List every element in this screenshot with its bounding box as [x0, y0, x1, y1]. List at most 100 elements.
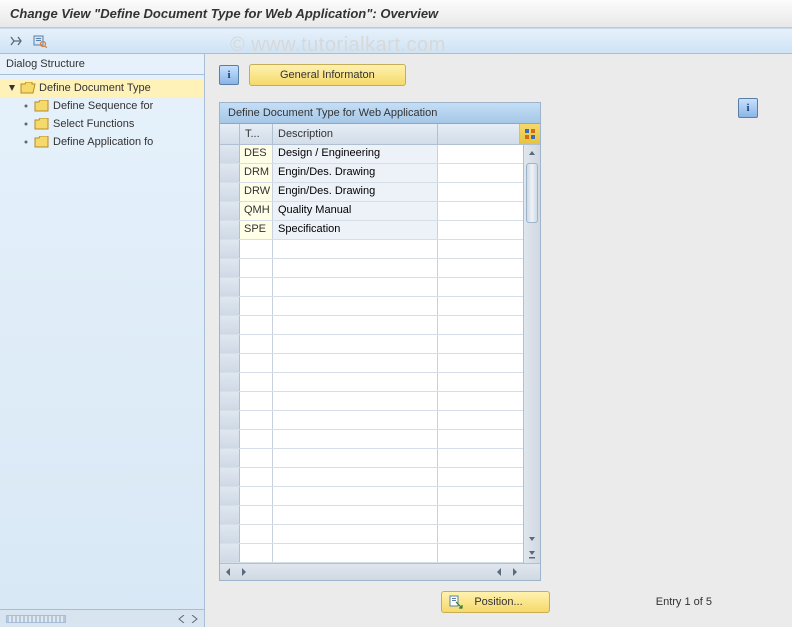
scroll-right-icon[interactable] [190, 615, 198, 623]
table-row[interactable] [220, 335, 523, 354]
scroll-left-icon[interactable] [220, 564, 236, 580]
cell-type[interactable] [240, 297, 273, 315]
table-row[interactable] [220, 373, 523, 392]
cell-type[interactable]: DES [240, 145, 273, 163]
table-row[interactable] [220, 259, 523, 278]
sidebar-resize-handle[interactable] [6, 615, 66, 623]
cell-type[interactable] [240, 373, 273, 391]
cell-type[interactable] [240, 487, 273, 505]
row-selector[interactable] [220, 392, 240, 410]
table-row[interactable] [220, 525, 523, 544]
cell-description[interactable]: Design / Engineering [273, 145, 438, 163]
row-selector[interactable] [220, 335, 240, 353]
cell-description[interactable]: Specification [273, 221, 438, 239]
table-row[interactable] [220, 297, 523, 316]
row-selector[interactable] [220, 449, 240, 467]
row-selector[interactable] [220, 259, 240, 277]
scroll-up-icon[interactable] [524, 145, 540, 161]
table-row[interactable]: SPESpecification [220, 221, 523, 240]
row-selector[interactable] [220, 487, 240, 505]
table-row[interactable]: QMHQuality Manual [220, 202, 523, 221]
cell-description[interactable] [273, 259, 438, 277]
cell-type[interactable] [240, 278, 273, 296]
cell-description[interactable] [273, 411, 438, 429]
cell-type[interactable] [240, 506, 273, 524]
cell-description[interactable]: Quality Manual [273, 202, 438, 220]
table-row[interactable] [220, 430, 523, 449]
table-row[interactable] [220, 468, 523, 487]
table-row[interactable] [220, 411, 523, 430]
scrollbar-thumb[interactable] [526, 163, 538, 223]
tree-item[interactable]: Define Document Type [0, 79, 204, 97]
cell-description[interactable] [273, 506, 438, 524]
table-row[interactable] [220, 316, 523, 335]
table-row[interactable] [220, 487, 523, 506]
row-selector[interactable] [220, 544, 240, 562]
row-selector[interactable] [220, 240, 240, 258]
cell-description[interactable] [273, 544, 438, 562]
table-row[interactable] [220, 392, 523, 411]
table-row[interactable] [220, 506, 523, 525]
position-button[interactable]: Position... [441, 591, 549, 613]
row-selector[interactable] [220, 202, 240, 220]
cell-type[interactable]: QMH [240, 202, 273, 220]
cell-type[interactable]: DRW [240, 183, 273, 201]
cell-type[interactable]: DRM [240, 164, 273, 182]
cell-type[interactable] [240, 316, 273, 334]
column-header-type[interactable]: T... [240, 124, 273, 144]
cell-description[interactable] [273, 278, 438, 296]
row-selector[interactable] [220, 468, 240, 486]
row-selector[interactable] [220, 278, 240, 296]
cell-description[interactable] [273, 373, 438, 391]
scroll-down-end-icon[interactable] [524, 547, 540, 563]
cell-type[interactable] [240, 544, 273, 562]
row-selector[interactable] [220, 506, 240, 524]
table-row[interactable]: DRMEngin/Des. Drawing [220, 164, 523, 183]
row-selector[interactable] [220, 183, 240, 201]
cell-description[interactable] [273, 430, 438, 448]
cell-description[interactable] [273, 297, 438, 315]
cell-type[interactable] [240, 240, 273, 258]
cell-type[interactable] [240, 525, 273, 543]
cell-description[interactable] [273, 240, 438, 258]
general-information-button[interactable]: General Informaton [249, 64, 406, 86]
info-icon[interactable]: i [738, 98, 758, 118]
cell-description[interactable] [273, 392, 438, 410]
cell-description[interactable] [273, 335, 438, 353]
table-config-button[interactable] [520, 124, 540, 144]
scroll-right-icon[interactable] [236, 564, 252, 580]
tree-expand-icon[interactable] [6, 82, 18, 94]
cell-type[interactable] [240, 411, 273, 429]
search-entries-icon[interactable] [30, 32, 50, 50]
row-selector[interactable] [220, 297, 240, 315]
scroll-right-icon[interactable] [507, 564, 523, 580]
tree-item[interactable]: Define Sequence for [0, 97, 204, 115]
cell-description[interactable] [273, 316, 438, 334]
cell-type[interactable]: SPE [240, 221, 273, 239]
scroll-down-icon[interactable] [524, 531, 540, 547]
row-selector[interactable] [220, 164, 240, 182]
column-header-description[interactable]: Description [273, 124, 438, 144]
vertical-scrollbar[interactable] [523, 145, 540, 563]
cell-description[interactable] [273, 487, 438, 505]
row-selector[interactable] [220, 525, 240, 543]
cell-description[interactable] [273, 449, 438, 467]
table-row[interactable] [220, 449, 523, 468]
cell-description[interactable] [273, 468, 438, 486]
tree-item[interactable]: Select Functions [0, 115, 204, 133]
row-selector[interactable] [220, 411, 240, 429]
horizontal-scrollbar[interactable] [220, 563, 540, 580]
cell-type[interactable] [240, 449, 273, 467]
scroll-left-icon[interactable] [178, 615, 186, 623]
scroll-left-icon[interactable] [491, 564, 507, 580]
cell-type[interactable] [240, 392, 273, 410]
cell-type[interactable] [240, 430, 273, 448]
row-selector[interactable] [220, 145, 240, 163]
row-selector[interactable] [220, 354, 240, 372]
cell-type[interactable] [240, 335, 273, 353]
toggle-view-icon[interactable] [6, 32, 26, 50]
row-selector[interactable] [220, 316, 240, 334]
table-row[interactable] [220, 240, 523, 259]
cell-description[interactable] [273, 354, 438, 372]
cell-description[interactable]: Engin/Des. Drawing [273, 164, 438, 182]
